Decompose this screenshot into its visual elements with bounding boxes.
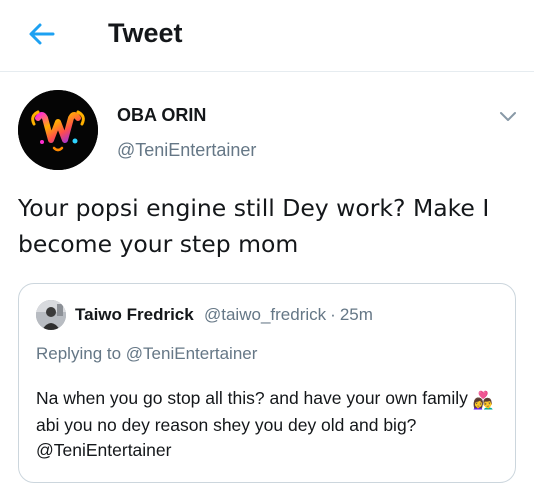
page-title: Tweet	[108, 18, 183, 48]
quoted-author-handle: @taiwo_fredrick	[204, 305, 327, 324]
arrow-left-icon	[29, 23, 55, 45]
quoted-text-mention[interactable]: @TeniEntertainer	[36, 440, 171, 460]
meta-separator: ·	[330, 305, 336, 324]
top-header: Tweet	[0, 0, 534, 72]
replying-to-line: Replying to @TeniEntertainer	[36, 344, 257, 364]
tweet-author-row: OBA ORIN @TeniEntertainer	[0, 72, 534, 172]
quoted-tweet-text: Na when you go stop all this? and have y…	[36, 386, 506, 463]
quoted-tweet[interactable]: Taiwo Fredrick @taiwo_fredrick · 25m Reply…	[18, 283, 516, 483]
quoted-text-part-1: Na when you go stop all this? and have y…	[36, 388, 468, 408]
quoted-text-part-2: abi you no dey reason shey you dey old a…	[36, 415, 417, 435]
quoted-tweet-time: 25m	[339, 305, 373, 324]
more-options-button[interactable]	[496, 106, 520, 126]
avatar-logo-icon	[18, 90, 98, 170]
couple-with-heart-icon: 👩‍❤️‍👨	[472, 391, 494, 410]
author-display-name[interactable]: OBA ORIN	[117, 105, 206, 126]
quoted-author-avatar	[36, 300, 66, 330]
replying-to-mention[interactable]: @TeniEntertainer	[126, 344, 258, 363]
person-photo-icon	[36, 300, 66, 330]
chevron-down-icon	[500, 112, 516, 121]
author-handle[interactable]: @TeniEntertainer	[117, 140, 256, 161]
author-avatar[interactable]	[18, 90, 98, 170]
replying-to-label: Replying to	[36, 344, 122, 363]
tweet-text: Your popsi engine still Dey work? Make I…	[18, 194, 490, 258]
quoted-author-name: Taiwo Fredrick	[75, 305, 194, 324]
back-button[interactable]	[26, 18, 58, 50]
quoted-author-meta: @taiwo_fredrick · 25m	[204, 305, 373, 325]
